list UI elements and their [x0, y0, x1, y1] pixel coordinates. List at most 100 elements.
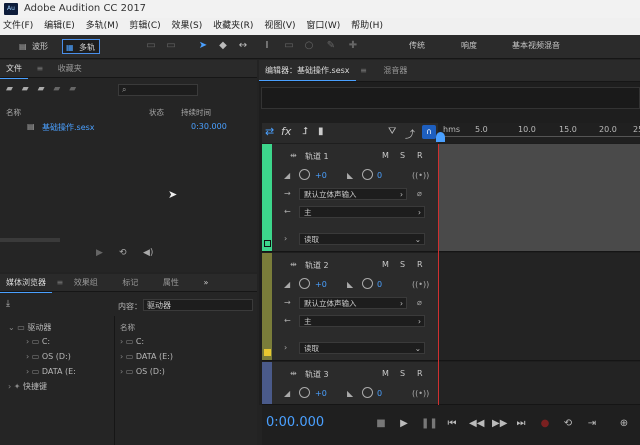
tab-effects-rack[interactable]: 效果组: [68, 274, 104, 292]
menu-view[interactable]: 视图(V): [264, 21, 295, 31]
snap-icon[interactable]: ⛛: [388, 126, 396, 137]
record-arm-button[interactable]: R: [417, 369, 423, 378]
solo-button[interactable]: S: [400, 369, 405, 378]
meter-icon[interactable]: ▮: [318, 126, 324, 137]
tab-editor[interactable]: 编辑器：基础操作.sesx: [259, 62, 356, 81]
tab-properties[interactable]: 属性: [157, 274, 185, 292]
track-name[interactable]: 轨道 2: [305, 260, 329, 271]
send-icon[interactable]: ⮥: [302, 126, 308, 137]
mute-button[interactable]: M: [382, 151, 389, 160]
tree-e[interactable]: › ▭ DATA (E:: [26, 367, 76, 376]
tab-menu-icon-2[interactable]: ≡: [55, 274, 66, 292]
spectral-view-icon[interactable]: ▭: [144, 39, 158, 53]
track-clip-area[interactable]: [438, 362, 640, 404]
goto-end-icon[interactable]: ⏭: [515, 418, 527, 430]
track-handle-icon[interactable]: ⇹: [290, 151, 297, 160]
output-dropdown[interactable]: 主 ›: [299, 206, 425, 218]
stereo-icon[interactable]: ((•)): [412, 280, 429, 289]
move-tool-icon[interactable]: ➤: [196, 39, 210, 53]
content-path[interactable]: 驱动器: [143, 299, 253, 311]
list-item[interactable]: › ▭ OS (D:): [120, 367, 165, 376]
track-handle-icon[interactable]: ⇹: [290, 260, 297, 269]
fx-icon[interactable]: fx: [281, 125, 291, 138]
volume-value[interactable]: +0: [315, 280, 327, 289]
volume-value[interactable]: +0: [315, 389, 327, 398]
record-arm-button[interactable]: R: [417, 151, 423, 160]
playhead-icon[interactable]: [436, 132, 445, 142]
volume-value[interactable]: +0: [315, 171, 327, 180]
tab-files[interactable]: 文件: [0, 60, 28, 79]
new-file-icon[interactable]: ▰: [38, 84, 45, 94]
col-duration[interactable]: 持续时间: [181, 107, 211, 118]
mute-button[interactable]: M: [382, 260, 389, 269]
tree-drives[interactable]: ⌄ ▭ 驱动器: [8, 322, 51, 333]
pan-knob[interactable]: [362, 278, 373, 289]
solo-button[interactable]: S: [400, 260, 405, 269]
tab-menu-icon[interactable]: ≡: [31, 60, 50, 78]
col-name[interactable]: 名称: [6, 107, 21, 118]
pitch-view-icon[interactable]: ▭: [164, 39, 178, 53]
expand-icon[interactable]: ›: [284, 343, 287, 352]
skip-icon[interactable]: ⤴: [405, 126, 415, 141]
monitor-icon[interactable]: ∩: [422, 125, 436, 139]
lasso-tool-icon[interactable]: ○: [302, 39, 316, 53]
list-header-name[interactable]: 名称: [120, 322, 135, 333]
menu-file[interactable]: 文件(F): [3, 21, 33, 31]
track-clip-area[interactable]: [438, 144, 640, 251]
menu-favorites[interactable]: 收藏夹(R): [213, 21, 253, 31]
track-select-box[interactable]: [264, 240, 271, 247]
expand-icon[interactable]: ›: [284, 234, 287, 243]
loop-playback-icon[interactable]: ⟲: [562, 418, 574, 430]
skip-selection-icon[interactable]: ⇥: [586, 418, 598, 430]
pause-icon[interactable]: ❚❚: [421, 418, 438, 430]
healing-tool-icon[interactable]: ✚: [346, 39, 360, 53]
h-scrollbar[interactable]: [0, 238, 60, 242]
time-display[interactable]: 0:00.000: [266, 415, 324, 430]
tree-shortcuts[interactable]: › ✦ 快捷键: [8, 381, 47, 392]
track-clip-area[interactable]: [438, 253, 640, 360]
menu-edit[interactable]: 编辑(E): [44, 21, 75, 31]
play-icon[interactable]: ▶: [96, 248, 103, 258]
list-item[interactable]: › ▭ DATA (E:): [120, 352, 173, 361]
brush-tool-icon[interactable]: ✎: [324, 39, 338, 53]
input-dropdown[interactable]: 默认立体声输入 ›: [299, 188, 407, 200]
stereo-icon[interactable]: ((•)): [412, 389, 429, 398]
workspace-classic[interactable]: 传统: [409, 40, 425, 51]
fast-forward-icon[interactable]: ▶▶: [492, 418, 507, 430]
pan-value[interactable]: 0: [377, 389, 382, 398]
delete-icon[interactable]: ▰: [69, 84, 76, 94]
file-row[interactable]: ▤ 基础操作.sesx 0:30.000: [0, 120, 257, 134]
loop-icon[interactable]: ⟲: [119, 248, 127, 258]
rewind-icon[interactable]: ◀◀: [469, 418, 484, 430]
open-folder-icon[interactable]: ▰: [6, 84, 13, 94]
insert-icon[interactable]: ▰: [53, 84, 60, 94]
overview-bar[interactable]: [261, 87, 640, 109]
pan-value[interactable]: 0: [377, 171, 382, 180]
menu-effects[interactable]: 效果(S): [172, 21, 203, 31]
marquee-tool-icon[interactable]: ▭: [282, 39, 296, 53]
menu-window[interactable]: 窗口(W): [306, 21, 340, 31]
zoom-in-icon[interactable]: ⊕: [618, 418, 630, 430]
workspace-video-mix[interactable]: 基本视频混音: [512, 40, 560, 51]
pan-value[interactable]: 0: [377, 280, 382, 289]
automation-dropdown[interactable]: 读取 ⌄: [299, 233, 425, 245]
menu-clip[interactable]: 剪辑(C): [129, 21, 160, 31]
menu-multitrack[interactable]: 多轨(M): [86, 21, 119, 31]
razor-tool-icon[interactable]: ◆: [216, 39, 230, 53]
tab-media-browser[interactable]: 媒体浏览器: [0, 274, 52, 293]
volume-knob[interactable]: [299, 278, 310, 289]
play-icon[interactable]: ▶: [398, 418, 410, 430]
time-selection-tool-icon[interactable]: I: [260, 39, 274, 53]
goto-start-icon[interactable]: ⏮: [446, 418, 458, 430]
col-status[interactable]: 状态: [149, 107, 164, 118]
tab-mixer[interactable]: 混音器: [377, 62, 413, 80]
track-handle-icon[interactable]: ⇹: [290, 369, 297, 378]
track-name[interactable]: 轨道 3: [305, 369, 329, 380]
volume-knob[interactable]: [299, 387, 310, 398]
pan-knob[interactable]: [362, 169, 373, 180]
stereo-icon[interactable]: ((•)): [412, 171, 429, 180]
overflow-icon[interactable]: »: [197, 274, 214, 292]
input-dropdown[interactable]: 默认立体声输入 ›: [299, 297, 407, 309]
track-select-box[interactable]: [264, 349, 271, 356]
pan-knob[interactable]: [362, 387, 373, 398]
